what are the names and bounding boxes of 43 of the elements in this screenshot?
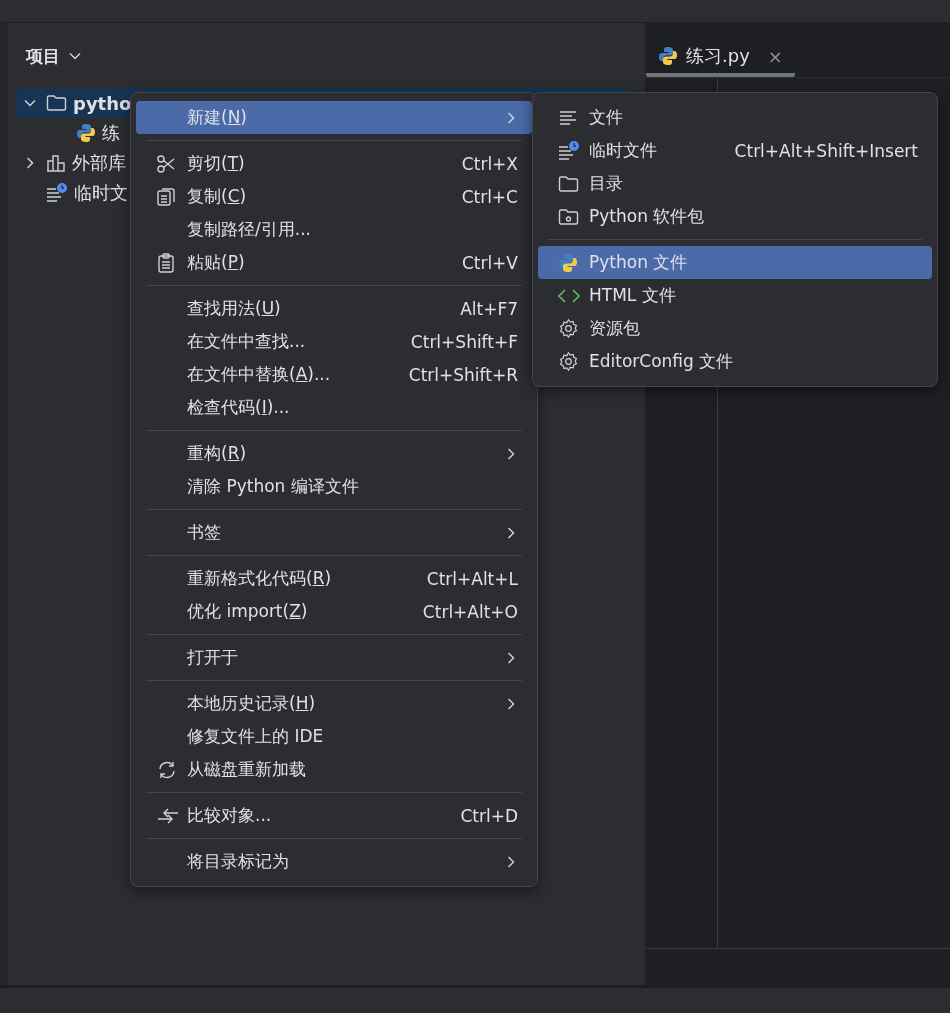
menu-label: 从磁盘重新加载 [187, 758, 306, 781]
menu-label: Python 软件包 [589, 205, 705, 228]
tree-label: 外部库 [72, 151, 126, 175]
shortcut-text: Ctrl+X [461, 153, 518, 174]
tree-label: 练 [102, 121, 120, 145]
menu-label: 查找用法(U) [187, 297, 281, 320]
menu-label: EditorConfig 文件 [589, 350, 734, 373]
menu-label: 重构(R) [187, 442, 247, 465]
tree-label: pytho [73, 92, 132, 114]
menu-label: 文件 [589, 106, 623, 129]
menu-label: 粘贴(P) [187, 251, 245, 274]
menu-label: 本地历史记录(H) [187, 692, 316, 715]
menu-label: 剪切(T) [187, 152, 245, 175]
menu-label: Python 文件 [589, 251, 688, 274]
menu-label: 修复文件上的 IDE [187, 725, 324, 748]
menu-label: 比较对象... [187, 804, 272, 827]
shortcut-text: Ctrl+D [460, 805, 518, 826]
shortcut-text: Alt+F7 [460, 298, 518, 319]
menu-label: 书签 [187, 521, 221, 544]
menu-label: 优化 import(Z) [187, 600, 308, 623]
menu-label: 临时文件 [589, 139, 657, 162]
menu-label: 新建(N) [187, 106, 247, 129]
shortcut-text: Ctrl+Alt+Shift+Insert [734, 140, 918, 161]
menu-label: 清除 Python 编译文件 [187, 475, 359, 498]
menu-label: 将目录标记为 [187, 850, 289, 873]
shortcut-text: Ctrl+Alt+O [422, 601, 518, 622]
menu-label: HTML 文件 [589, 284, 676, 307]
menu-label: 在文件中查找... [187, 330, 306, 353]
menu-label: 在文件中替换(A)... [187, 363, 331, 386]
tree-label: 临时文 [74, 181, 128, 205]
menu-label: 复制路径/引用... [187, 218, 311, 241]
shortcut-text: Ctrl+V [461, 252, 518, 273]
menu-label: 检查代码(I)... [187, 396, 290, 419]
menu-label: 复制(C) [187, 185, 247, 208]
shortcut-text: Ctrl+Alt+L [426, 568, 518, 589]
panel-title: 项目 [26, 44, 60, 68]
menu-label: 重新格式化代码(R) [187, 567, 332, 590]
menu-label: 资源包 [589, 317, 640, 340]
shortcut-text: Ctrl+Shift+R [408, 364, 518, 385]
menu-label: 打开于 [187, 646, 238, 669]
menu-label: 目录 [589, 172, 623, 195]
shortcut-text: Ctrl+C [461, 186, 518, 207]
shortcut-text: Ctrl+Shift+F [410, 331, 518, 352]
